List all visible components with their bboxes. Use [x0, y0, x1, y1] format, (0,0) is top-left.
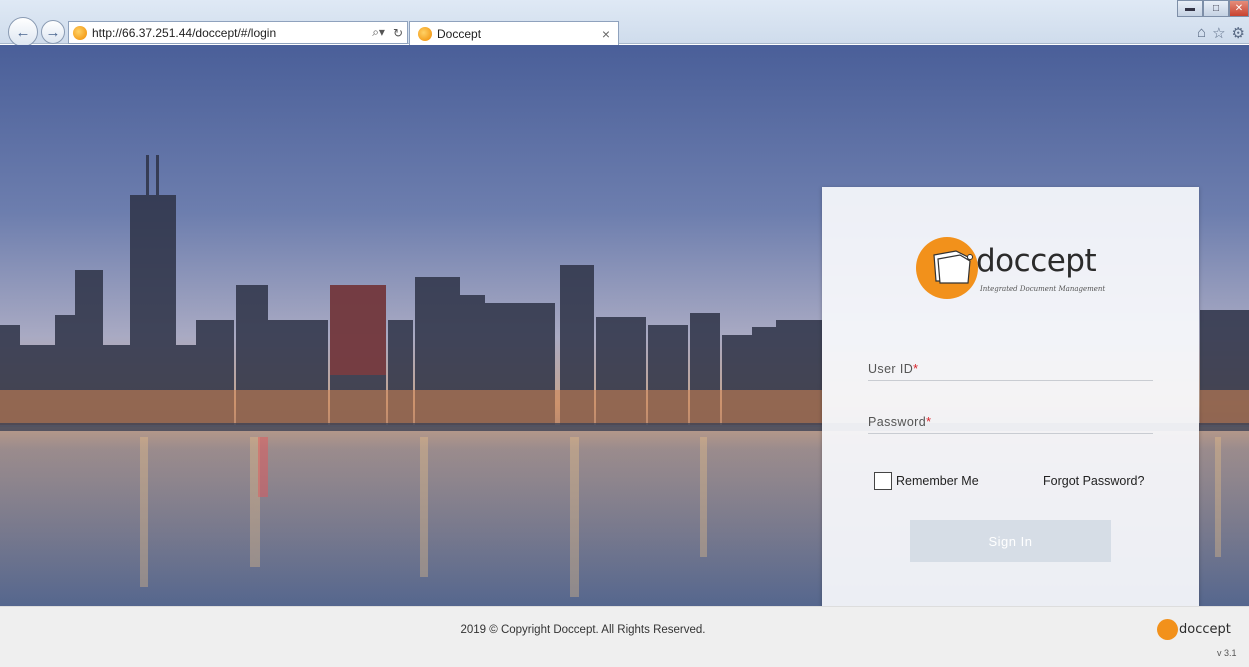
settings-gear-icon[interactable]: ⚙ [1232, 24, 1245, 42]
address-bar[interactable]: http://66.37.251.44/doccept/#/login ⌕▾ ↻ [68, 21, 408, 44]
tab-close-icon[interactable]: × [602, 26, 610, 42]
sign-in-button[interactable]: Sign In [910, 520, 1111, 562]
home-icon[interactable]: ⌂ [1197, 24, 1206, 42]
copyright-text: 2019 © Copyright Doccept. All Rights Res… [460, 624, 706, 636]
doccept-logo: doccept Integrated Document Management [916, 231, 1116, 303]
forward-button[interactable]: → [41, 20, 65, 44]
browser-chrome: ← → http://66.37.251.44/doccept/#/login … [0, 0, 1249, 47]
login-card: doccept Integrated Document Management U… [822, 187, 1199, 606]
document-folder-icon [933, 250, 973, 284]
background-skyline-image: doccept Integrated Document Management U… [0, 45, 1249, 606]
logo-tagline: Integrated Document Management [980, 285, 1106, 293]
close-window-button[interactable]: ✕ [1229, 0, 1249, 17]
arrow-left-icon: ← [15, 23, 31, 41]
password-field[interactable]: Password* [868, 412, 1153, 434]
footer-logo: doccept [1157, 619, 1243, 641]
userid-field[interactable]: User ID* [868, 359, 1153, 381]
remember-me-label: Remember Me [896, 474, 979, 488]
tab-title: Doccept [437, 26, 482, 41]
logo-wordmark: doccept [976, 243, 1097, 279]
version-label: v 3.1 [1217, 648, 1237, 658]
remember-me-checkbox[interactable] [874, 472, 892, 490]
arrow-right-icon: → [45, 23, 61, 41]
site-favicon-icon [73, 25, 87, 40]
footer: 2019 © Copyright Doccept. All Rights Res… [0, 606, 1249, 667]
footer-logo-wordmark: doccept [1179, 622, 1231, 637]
refresh-icon[interactable]: ↻ [393, 26, 403, 40]
favorites-star-icon[interactable]: ☆ [1212, 24, 1225, 42]
maximize-button[interactable]: □ [1203, 0, 1229, 17]
search-icon[interactable]: ⌕▾ [372, 25, 385, 40]
tab-favicon-icon [418, 26, 432, 41]
footer-logo-circle-icon [1157, 619, 1178, 640]
address-url[interactable]: http://66.37.251.44/doccept/#/login [92, 26, 368, 40]
userid-input[interactable] [868, 359, 1153, 380]
minimize-button[interactable]: ▬ [1177, 0, 1203, 17]
back-button[interactable]: ← [8, 17, 38, 47]
forgot-password-link[interactable]: Forgot Password? [1043, 474, 1144, 488]
browser-tab[interactable]: Doccept × [409, 21, 619, 45]
password-input[interactable] [868, 412, 1153, 433]
remember-me[interactable]: Remember Me [874, 472, 979, 490]
window-controls: ▬ □ ✕ [1177, 0, 1249, 17]
browser-toolbar: ⌂ ☆ ⚙ [1197, 24, 1245, 42]
